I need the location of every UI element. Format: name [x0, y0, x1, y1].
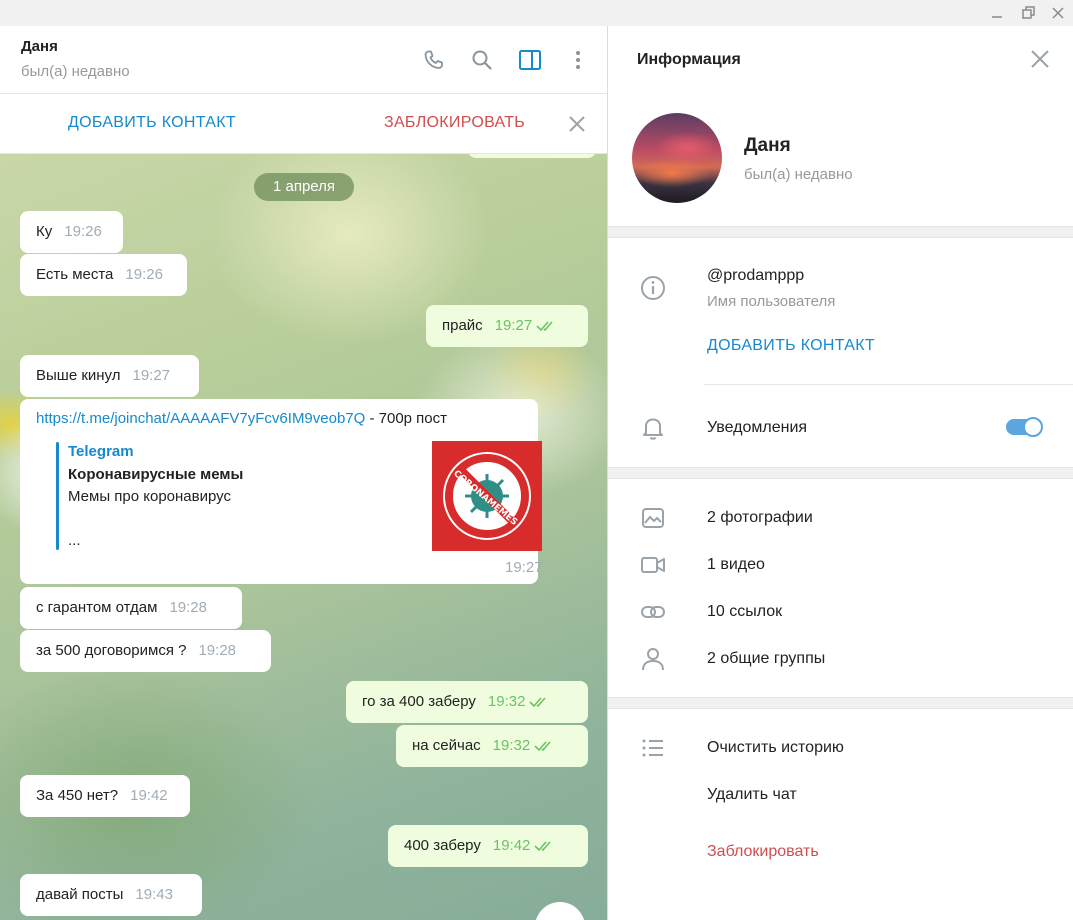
- message-time: 19:28: [198, 642, 237, 659]
- search-icon[interactable]: [470, 48, 494, 72]
- previous-message-edge: [468, 154, 596, 158]
- photos-count[interactable]: 2 фотографии: [707, 509, 813, 527]
- links-count[interactable]: 10 ссылок: [707, 603, 782, 621]
- videos-count[interactable]: 1 видео: [707, 556, 765, 574]
- message-out[interactable]: прайс 19:27: [426, 305, 588, 347]
- link-preview-site: Telegram: [68, 443, 134, 460]
- close-icon[interactable]: [1029, 48, 1051, 70]
- delete-chat-button[interactable]: Удалить чат: [707, 786, 797, 804]
- message-link[interactable]: https://t.me/joinchat/AAAAAFV7yFcv6IM9ve…: [36, 410, 365, 427]
- message-time: 19:32: [492, 737, 531, 754]
- message-text: Выше кинул: [36, 367, 121, 384]
- username-value[interactable]: @prodamppp: [707, 267, 804, 285]
- close-icon[interactable]: [566, 113, 588, 135]
- message-time: 19:42: [492, 837, 531, 854]
- message-in[interactable]: за 500 договоримся ? 19:28: [20, 630, 271, 672]
- message-in[interactable]: За 450 нет? 19:42: [20, 775, 190, 817]
- message-out[interactable]: 400 заберу 19:42: [388, 825, 588, 867]
- block-button[interactable]: ЗАБЛОКИРОВАТЬ: [384, 114, 525, 132]
- username-label: Имя пользователя: [707, 293, 836, 310]
- link-icon: [640, 599, 666, 625]
- message-text-rest: - 700р пост: [365, 410, 448, 427]
- sidebar-toggle-icon[interactable]: [518, 48, 542, 72]
- chat-pane: Даня был(а) недавно ДОБАВИТЬ КОНТАКТ ЗАБ…: [0, 26, 607, 920]
- video-icon: [640, 552, 666, 578]
- read-ticks-icon: [534, 841, 552, 852]
- section-separator: [608, 697, 1073, 709]
- list-icon: [640, 735, 666, 761]
- message-time: 19:27: [132, 367, 171, 384]
- user-icon: [640, 646, 666, 672]
- message-out[interactable]: го за 400 заберу 19:32: [346, 681, 588, 723]
- message-text: за 500 договоримся ?: [36, 642, 187, 659]
- more-icon[interactable]: [566, 48, 590, 72]
- message-in[interactable]: Выше кинул 19:27: [20, 355, 199, 397]
- message-text: го за 400 заберу: [362, 693, 476, 710]
- message-text: давай посты: [36, 886, 124, 903]
- read-ticks-icon: [536, 321, 553, 332]
- notifications-toggle[interactable]: [1006, 416, 1044, 438]
- info-title: Информация: [637, 51, 741, 68]
- message-text: 400 заберу: [404, 837, 481, 854]
- bell-icon: [640, 415, 666, 441]
- section-separator: [608, 226, 1073, 238]
- message-text: с гарантом отдам: [36, 599, 158, 616]
- info-status: был(а) недавно: [744, 166, 853, 183]
- message-time: 19:28: [169, 599, 207, 616]
- message-in[interactable]: Есть места 19:26: [20, 254, 187, 296]
- photo-icon: [640, 505, 666, 531]
- info-panel: Информация Даня был(а) недавно @prodampp…: [608, 26, 1073, 920]
- common-groups-count[interactable]: 2 общие группы: [707, 650, 825, 668]
- peer-name[interactable]: Даня: [21, 38, 58, 55]
- info-icon: [640, 275, 666, 301]
- contact-action-bar: ДОБАВИТЬ КОНТАКТ ЗАБЛОКИРОВАТЬ: [0, 94, 607, 154]
- link-preview-more: ...: [68, 532, 81, 549]
- read-ticks-icon: [534, 741, 551, 752]
- message-out[interactable]: на сейчас 19:32: [396, 725, 588, 767]
- message-time: 19:26: [64, 223, 102, 240]
- add-contact-link[interactable]: ДОБАВИТЬ КОНТАКТ: [707, 337, 875, 355]
- section-separator: [608, 467, 1073, 479]
- phone-icon[interactable]: [422, 48, 446, 72]
- link-preview-title: Коронавирусные мемы: [68, 466, 244, 483]
- add-contact-button[interactable]: ДОБАВИТЬ КОНТАКТ: [68, 114, 236, 132]
- message-text: За 450 нет?: [36, 787, 119, 804]
- message-list[interactable]: 1 апреля Ку 19:26 Есть места 19:26 прайс 19…: [0, 154, 607, 920]
- message-time: 19:42: [130, 787, 168, 804]
- info-name: Даня: [744, 135, 791, 156]
- link-preview-description: Мемы про коронавирус: [68, 488, 231, 505]
- link-message[interactable]: https://t.me/joinchat/AAAAAFV7yFcv6IM9ve…: [20, 399, 543, 584]
- message-text: на сейчас: [412, 737, 481, 754]
- window-titlebar: [0, 0, 1073, 26]
- restore-icon[interactable]: [1019, 4, 1037, 22]
- clear-history-button[interactable]: Очистить историю: [707, 739, 844, 757]
- peer-status: был(а) недавно: [21, 63, 130, 80]
- message-text: прайс: [442, 317, 483, 334]
- message-time: 19:27: [494, 317, 533, 334]
- message-text: Есть места: [36, 266, 114, 283]
- divider: [704, 384, 1073, 385]
- minimize-icon[interactable]: [988, 4, 1006, 22]
- window-close-icon[interactable]: [1049, 4, 1067, 22]
- message-in[interactable]: Ку 19:26: [20, 211, 123, 253]
- message-in[interactable]: давай посты 19:43: [20, 874, 202, 916]
- message-time: 19:26: [125, 266, 163, 283]
- avatar[interactable]: [632, 113, 722, 203]
- date-separator: 1 апреля: [254, 173, 354, 201]
- message-time: 19:43: [135, 886, 173, 903]
- scroll-down-button[interactable]: [535, 902, 585, 920]
- link-preview-bar: [56, 442, 59, 550]
- chat-header[interactable]: Даня был(а) недавно: [0, 26, 607, 94]
- message-text: Ку: [36, 223, 53, 240]
- read-ticks-icon: [529, 697, 547, 708]
- message-time: 19:32: [487, 693, 526, 710]
- link-preview-image[interactable]: CORONAMEMES: [432, 441, 542, 551]
- notifications-label: Уведомления: [707, 419, 808, 436]
- message-in[interactable]: с гарантом отдам 19:28: [20, 587, 242, 629]
- link-message-text: https://t.me/joinchat/AAAAAFV7yFcv6IM9ve…: [36, 410, 447, 427]
- block-user-button[interactable]: Заблокировать: [707, 843, 819, 861]
- message-time: 19:27: [505, 559, 543, 576]
